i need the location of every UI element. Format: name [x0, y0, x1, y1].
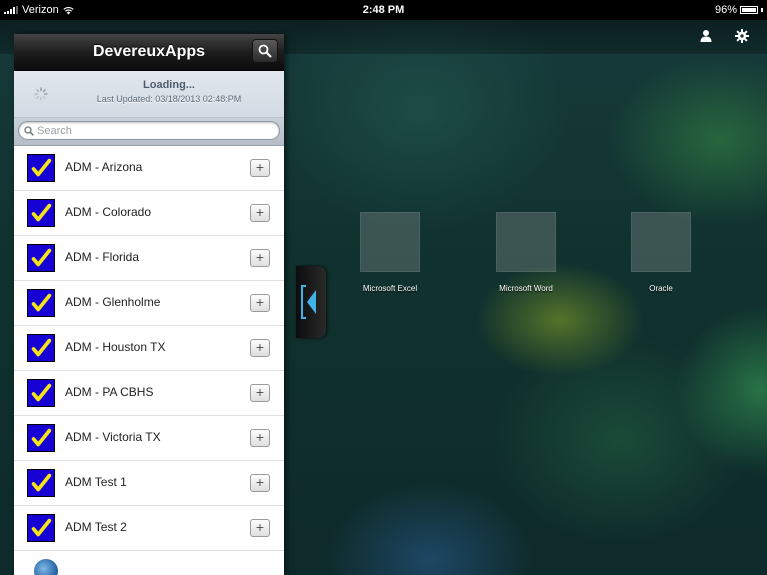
user-icon[interactable] [699, 29, 713, 43]
app-tile-label: Oracle [649, 284, 673, 293]
checkmark-icon [27, 469, 55, 497]
search-field[interactable] [18, 121, 280, 140]
search-icon [24, 125, 34, 136]
add-button[interactable]: + [250, 384, 270, 402]
app-tile-microsoft-excel[interactable]: Microsoft Excel [360, 212, 420, 293]
app-tile-microsoft-word[interactable]: Microsoft Word [496, 212, 556, 293]
gear-icon[interactable] [735, 29, 749, 43]
add-button[interactable]: + [250, 294, 270, 312]
checkmark-icon [27, 379, 55, 407]
search-button[interactable] [252, 39, 278, 63]
battery-percent: 96% [714, 4, 737, 16]
battery-tip [761, 8, 763, 12]
list-item-label: ADM - Houston TX [65, 340, 166, 354]
list-item-label: ADM - Colorado [65, 205, 152, 219]
checkmark-icon [27, 334, 55, 362]
checkmark-icon [27, 514, 55, 542]
checkmark-icon [27, 154, 55, 182]
last-updated-label: Last Updated: 03/18/2013 02:48:PM [96, 94, 242, 104]
panel-header: DevereuxApps [14, 34, 284, 71]
checkmark-icon [27, 244, 55, 272]
panel-collapse-handle[interactable] [296, 266, 326, 338]
app-tile-thumbnail [496, 212, 556, 272]
panel-title: DevereuxApps [92, 43, 206, 60]
list-item[interactable]: ADM - Colorado + [14, 191, 284, 236]
checkmark-icon [27, 424, 55, 452]
search-icon [258, 44, 272, 58]
app-tile-label: Microsoft Excel [362, 284, 418, 293]
add-button[interactable]: + [250, 204, 270, 222]
refresh-status: Loading... Last Updated: 03/18/2013 02:4… [14, 71, 284, 118]
add-button[interactable]: + [250, 159, 270, 177]
list-item[interactable]: ADM - Florida + [14, 236, 284, 281]
globe-icon [34, 559, 58, 575]
list-item-label: ADM - Glenholme [65, 295, 161, 309]
list-item[interactable]: ADM - Houston TX + [14, 326, 284, 371]
list-item-label: ADM Test 1 [65, 475, 127, 489]
list-item[interactable]: ADM - PA CBHS + [14, 371, 284, 416]
list-item-partial[interactable] [14, 551, 284, 575]
loading-label: Loading... [143, 79, 195, 91]
status-bar: Verizon 2:48 PM 96% [0, 0, 767, 20]
app-tile-oracle[interactable]: Oracle [631, 212, 691, 293]
add-button[interactable]: + [250, 519, 270, 537]
add-button[interactable]: + [250, 474, 270, 492]
list-item[interactable]: ADM Test 2 + [14, 506, 284, 551]
search-bar [14, 118, 284, 146]
add-button[interactable]: + [250, 249, 270, 267]
list-item-label: ADM Test 2 [65, 520, 127, 534]
add-button[interactable]: + [250, 339, 270, 357]
search-input[interactable] [37, 124, 257, 137]
battery-icon [740, 6, 758, 14]
apps-list: ADM - Arizona + ADM - Colorado + ADM - F… [14, 146, 284, 575]
checkmark-icon [27, 289, 55, 317]
list-item[interactable]: ADM - Arizona + [14, 146, 284, 191]
collapse-arrow-icon [301, 285, 316, 319]
loading-spinner-icon [34, 87, 48, 101]
list-item-label: ADM - PA CBHS [65, 385, 154, 399]
add-button[interactable]: + [250, 429, 270, 447]
status-right: 96% [715, 4, 763, 16]
app-tile-thumbnail [631, 212, 691, 272]
list-item-label: ADM - Victoria TX [65, 430, 161, 444]
app-tile-label: Microsoft Word [499, 284, 553, 293]
apps-panel: DevereuxApps Loading... Last Updated: 03… [14, 34, 284, 575]
app-tile-thumbnail [360, 212, 420, 272]
list-item-label: ADM - Arizona [65, 160, 143, 174]
list-item[interactable]: ADM - Victoria TX + [14, 416, 284, 461]
status-time: 2:48 PM [362, 4, 405, 16]
checkmark-icon [27, 199, 55, 227]
list-item-label: ADM - Florida [65, 250, 140, 264]
list-item[interactable]: ADM - Glenholme + [14, 281, 284, 326]
list-item[interactable]: ADM Test 1 + [14, 461, 284, 506]
topbar-icons [699, 29, 749, 43]
